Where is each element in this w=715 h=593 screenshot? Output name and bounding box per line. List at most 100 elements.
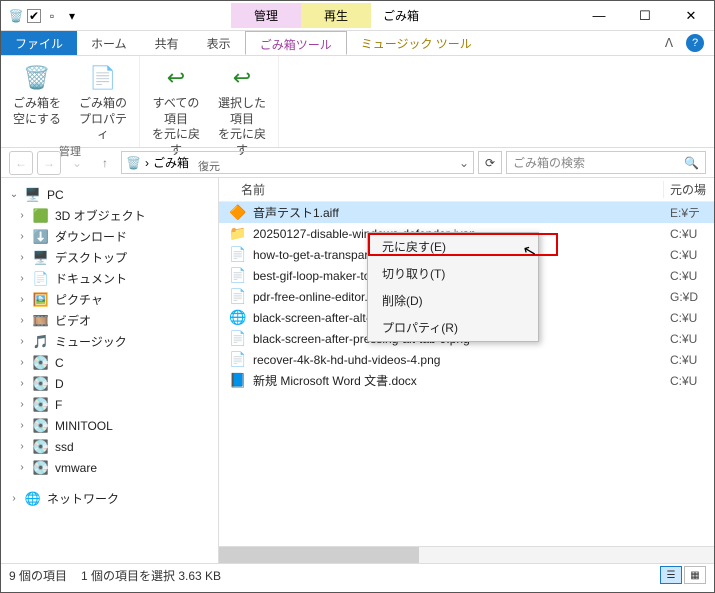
- expand-icon[interactable]: ›: [17, 273, 27, 284]
- search-placeholder: ごみ箱の検索: [513, 154, 585, 171]
- tree-label: 3D オブジェクト: [55, 207, 146, 224]
- button-label: ごみ箱を 空にする: [13, 96, 61, 127]
- tab-home[interactable]: ホーム: [77, 31, 141, 55]
- tree-label: ピクチャ: [55, 291, 103, 308]
- up-button[interactable]: ↑: [93, 151, 117, 175]
- horizontal-scrollbar[interactable]: [219, 546, 714, 563]
- close-button[interactable]: ✕: [668, 1, 714, 31]
- path-sep: ›: [145, 156, 149, 170]
- tree-network[interactable]: › 🌐 ネットワーク: [1, 488, 218, 509]
- expand-icon[interactable]: ›: [17, 315, 27, 326]
- tree-label: C: [55, 356, 64, 370]
- expand-icon[interactable]: ›: [17, 399, 27, 410]
- tree-pc[interactable]: ⌄ 🖥️ PC: [1, 184, 218, 205]
- contextual-tab-manage[interactable]: 管理: [231, 3, 301, 28]
- expand-icon[interactable]: ›: [9, 493, 19, 504]
- folder-icon: 💽: [33, 397, 49, 413]
- recycle-bin-properties-button[interactable]: 📄 ごみ箱の プロパティ: [75, 60, 131, 143]
- title-bar: 🗑️ ✔ ▫ ▾ 管理 再生 ごみ箱 — ☐ ✕: [1, 1, 714, 31]
- details-view-button[interactable]: ☰: [660, 566, 682, 584]
- tree-item[interactable]: ›💽vmware: [1, 457, 218, 478]
- tree-item[interactable]: ›🎞️ビデオ: [1, 310, 218, 331]
- path-dropdown-icon[interactable]: ⌄: [459, 156, 469, 170]
- expand-icon[interactable]: ›: [17, 462, 27, 473]
- file-icon: 📄: [229, 288, 247, 306]
- tree-item[interactable]: ›🖼️ピクチャ: [1, 289, 218, 310]
- tree-label: D: [55, 377, 64, 391]
- expand-icon[interactable]: ›: [17, 252, 27, 263]
- tab-share[interactable]: 共有: [141, 31, 193, 55]
- network-icon: 🌐: [25, 491, 41, 507]
- tree-item[interactable]: › 💽 C: [1, 352, 218, 373]
- expand-icon[interactable]: ›: [17, 294, 27, 305]
- empty-recycle-bin-button[interactable]: 🗑️ ごみ箱を 空にする: [9, 60, 65, 143]
- quick-access-toolbar: 🗑️ ✔ ▫ ▾: [1, 7, 87, 25]
- tab-music-tools[interactable]: ミュージック ツール: [347, 31, 486, 55]
- checkbox-icon[interactable]: ✔: [27, 9, 41, 23]
- column-name[interactable]: 名前: [219, 181, 664, 198]
- dropdown-icon[interactable]: ▾: [63, 7, 81, 25]
- menu-delete[interactable]: 削除(D): [368, 287, 538, 314]
- expand-icon[interactable]: ›: [17, 231, 27, 242]
- search-icon: 🔍: [684, 156, 699, 170]
- history-dropdown[interactable]: ⌄: [65, 151, 89, 175]
- expand-icon[interactable]: ›: [17, 441, 27, 452]
- expand-icon[interactable]: ›: [17, 357, 27, 368]
- file-name: 新規 Microsoft Word 文書.docx: [253, 372, 664, 389]
- restore-icon: ↩: [226, 62, 258, 94]
- contextual-tab-play[interactable]: 再生: [301, 3, 371, 28]
- tree-label: ミュージック: [55, 333, 127, 350]
- forward-button[interactable]: →: [37, 151, 61, 175]
- file-tab[interactable]: ファイル: [1, 31, 77, 55]
- file-icon: 📄: [229, 330, 247, 348]
- scroll-thumb[interactable]: [219, 547, 419, 563]
- menu-restore[interactable]: 元に戻す(E): [368, 233, 538, 260]
- recycle-bin-icon[interactable]: 🗑️: [7, 7, 25, 25]
- file-row[interactable]: 📘新規 Microsoft Word 文書.docxC:¥U: [219, 370, 714, 391]
- tree-item[interactable]: ›📄ドキュメント: [1, 268, 218, 289]
- expand-icon[interactable]: ›: [17, 210, 27, 221]
- file-location: C:¥U: [664, 269, 714, 283]
- tree-item[interactable]: › 🎵 ミュージック: [1, 331, 218, 352]
- collapse-ribbon-icon[interactable]: ᐱ: [660, 34, 678, 52]
- back-button[interactable]: ←: [9, 151, 33, 175]
- tab-recycle-tools[interactable]: ごみ箱ツール: [245, 31, 347, 55]
- maximize-button[interactable]: ☐: [622, 1, 668, 31]
- expand-icon[interactable]: ›: [17, 420, 27, 431]
- expand-icon[interactable]: ⌄: [9, 189, 19, 200]
- expand-icon[interactable]: ›: [17, 378, 27, 389]
- expand-icon[interactable]: ›: [17, 336, 27, 347]
- document-icon[interactable]: ▫: [43, 7, 61, 25]
- file-icon: 📄: [229, 246, 247, 264]
- tree-label: ドキュメント: [55, 270, 127, 287]
- folder-icon: 💽: [33, 418, 49, 434]
- search-box[interactable]: ごみ箱の検索 🔍: [506, 151, 706, 174]
- context-menu: 元に戻す(E) 切り取り(T) 削除(D) プロパティ(R): [367, 232, 539, 342]
- tree-item[interactable]: ›💽MINITOOL: [1, 415, 218, 436]
- selection-info: 1 個の項目を選択 3.63 KB: [81, 567, 221, 584]
- tree-item[interactable]: ›⬇️ダウンロード: [1, 226, 218, 247]
- minimize-button[interactable]: —: [576, 1, 622, 31]
- tree-item[interactable]: ›🟩3D オブジェクト: [1, 205, 218, 226]
- tree-label: デスクトップ: [55, 249, 127, 266]
- menu-cut[interactable]: 切り取り(T): [368, 260, 538, 287]
- restore-all-button[interactable]: ↩ すべての項目 を元に戻す: [148, 60, 204, 158]
- file-row[interactable]: 🔶音声テスト1.aiffE:¥テ: [219, 202, 714, 223]
- restore-selected-button[interactable]: ↩ 選択した項目 を元に戻す: [214, 60, 270, 158]
- tree-item[interactable]: ›🖥️デスクトップ: [1, 247, 218, 268]
- tree-item[interactable]: ›💽F: [1, 394, 218, 415]
- icons-view-button[interactable]: ▦: [684, 566, 706, 584]
- refresh-button[interactable]: ⟳: [478, 151, 502, 174]
- path-box[interactable]: 🗑️ › ごみ箱 ⌄: [121, 151, 474, 174]
- menu-properties[interactable]: プロパティ(R): [368, 314, 538, 341]
- tree-item[interactable]: ›💽D: [1, 373, 218, 394]
- file-row[interactable]: 📄recover-4k-8k-hd-uhd-videos-4.pngC:¥U: [219, 349, 714, 370]
- column-location[interactable]: 元の場: [664, 181, 714, 198]
- tab-view[interactable]: 表示: [193, 31, 245, 55]
- folder-icon: 💽: [33, 355, 49, 371]
- folder-icon: 🎵: [33, 334, 49, 350]
- tree-item[interactable]: ›💽ssd: [1, 436, 218, 457]
- properties-icon: 📄: [87, 62, 119, 94]
- help-icon[interactable]: ?: [686, 34, 704, 52]
- tree-label: ダウンロード: [55, 228, 127, 245]
